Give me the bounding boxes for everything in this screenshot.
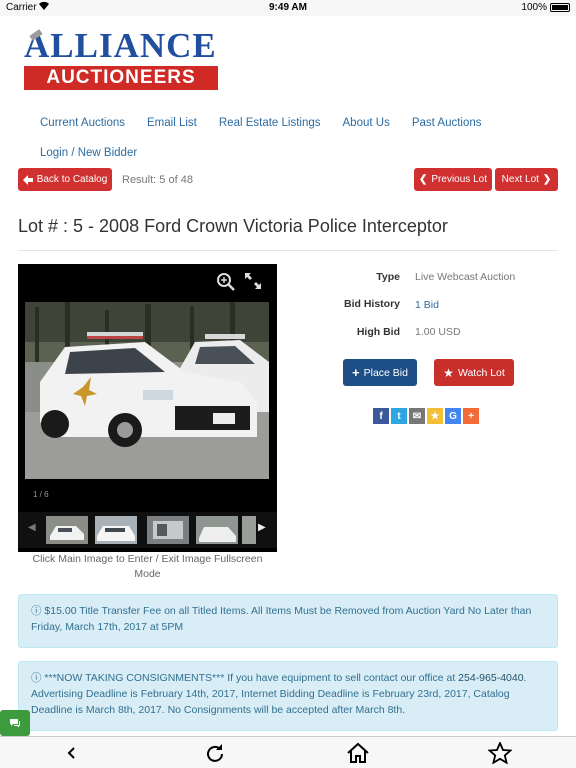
home-button[interactable] [344, 741, 372, 765]
site-header: ALLIANCE AUCTIONEERS Current Auctions Em… [18, 22, 558, 159]
battery-icon [550, 3, 570, 12]
browser-toolbar [0, 736, 576, 768]
back-button[interactable] [58, 741, 86, 765]
chat-icon [10, 719, 20, 728]
lot-title: Lot # : 5 - 2008 Ford Crown Victoria Pol… [18, 216, 448, 236]
more-icon[interactable]: + [463, 408, 479, 424]
refresh-icon [207, 744, 223, 762]
high-bid-value: 1.00 USD [415, 326, 461, 338]
next-lot-label: Next Lot [501, 174, 539, 185]
thumbnail-3[interactable] [147, 516, 189, 544]
chevron-left-icon: ❮ [419, 174, 428, 185]
type-value: Live Webcast Auction [415, 271, 516, 283]
bid-history-label: Bid History [343, 298, 400, 310]
plus-icon: + [352, 365, 360, 380]
thumb-prev-icon[interactable]: ◀ [28, 522, 36, 533]
arrow-left-icon [22, 174, 33, 185]
favorites-button[interactable] [486, 741, 514, 765]
thumbnail-4[interactable] [196, 516, 238, 544]
alert-title-fee-text: $15.00 Title Transfer Fee on all Titled … [31, 605, 532, 633]
image-caption: Click Main Image to Enter / Exit Image F… [32, 553, 263, 580]
email-icon[interactable]: ✉ [409, 408, 425, 424]
thumbnail-1[interactable] [46, 516, 88, 544]
title-divider [18, 250, 558, 251]
status-bar: Carrier 9:49 AM 100% [0, 0, 576, 16]
alert-title-fee: ⓘ $15.00 Title Transfer Fee on all Title… [18, 594, 558, 648]
result-count: Result: 5 of 48 [122, 174, 193, 186]
nav-past-auctions[interactable]: Past Auctions [412, 117, 482, 129]
alert-consignments: ⓘ ***NOW TAKING CONSIGNMENTS*** If you h… [18, 661, 558, 731]
nav-about-us[interactable]: About Us [343, 117, 390, 129]
home-icon [347, 742, 369, 763]
twitter-icon[interactable]: t [391, 408, 407, 424]
star-icon: ★ [443, 365, 454, 380]
zoom-in-icon[interactable] [216, 272, 236, 292]
nav-real-estate-listings[interactable]: Real Estate Listings [219, 117, 321, 129]
star-outline-icon [488, 742, 512, 764]
clock: 9:49 AM [269, 2, 307, 13]
info-icon: ⓘ [31, 672, 42, 684]
nav-login[interactable]: Login / New Bidder [40, 147, 137, 159]
gavel-icon [29, 29, 43, 41]
thumbnail-strip: ◀ ▶ [18, 512, 277, 548]
favorite-icon[interactable]: ★ [427, 408, 443, 424]
thumb-next-icon[interactable]: ▶ [258, 522, 266, 533]
fullscreen-icon[interactable] [244, 272, 262, 290]
info-icon: ⓘ [31, 605, 42, 617]
chat-button[interactable] [0, 710, 30, 736]
watch-lot-button[interactable]: ★ Watch Lot [434, 359, 514, 386]
facebook-icon[interactable]: f [373, 408, 389, 424]
main-lot-photo[interactable] [25, 302, 269, 479]
next-lot-button[interactable]: Next Lot ❯ [495, 168, 558, 191]
back-to-catalog-button[interactable]: Back to Catalog [18, 168, 112, 191]
nav-current-auctions[interactable]: Current Auctions [40, 117, 125, 129]
bid-history-link[interactable]: 1 Bid [415, 299, 439, 311]
phone-number-link[interactable]: 254-965-4040 [458, 672, 523, 684]
previous-lot-label: Previous Lot [431, 174, 487, 185]
chevron-right-icon: ❯ [542, 174, 552, 185]
google-icon[interactable]: G [445, 408, 461, 424]
image-counter: 1 / 6 [33, 490, 49, 499]
previous-lot-button[interactable]: ❮ Previous Lot [414, 168, 492, 191]
web-page: ALLIANCE AUCTIONEERS Current Auctions Em… [0, 16, 576, 736]
high-bid-label: High Bid [356, 326, 400, 338]
chevron-back-icon [67, 747, 75, 759]
alert-consignments-text-1: ***NOW TAKING CONSIGNMENTS*** If you hav… [44, 672, 459, 684]
logo-top-text: ALLIANCE [24, 26, 217, 65]
main-nav: Current Auctions Email List Real Estate … [40, 108, 550, 168]
image-gallery: 1 / 6 ◀ ▶ [18, 264, 277, 552]
alliance-logo[interactable]: ALLIANCE AUCTIONEERS [24, 28, 218, 90]
type-label: Type [376, 271, 400, 283]
share-bar: f t ✉ ★ G + [373, 408, 479, 424]
battery-percent: 100% [521, 2, 547, 13]
place-bid-label: Place Bid [363, 366, 408, 379]
battery-indicator: 100% [521, 2, 570, 13]
reload-button[interactable] [201, 741, 229, 765]
thumbnail-2[interactable] [95, 516, 137, 544]
nav-email-list[interactable]: Email List [147, 117, 197, 129]
thumbnail-5[interactable] [242, 516, 256, 544]
police-car-photo [25, 302, 269, 479]
back-to-catalog-label: Back to Catalog [36, 174, 108, 185]
place-bid-button[interactable]: + Place Bid [343, 359, 417, 386]
logo-bar-text: AUCTIONEERS [24, 66, 218, 90]
watch-lot-label: Watch Lot [457, 366, 505, 379]
